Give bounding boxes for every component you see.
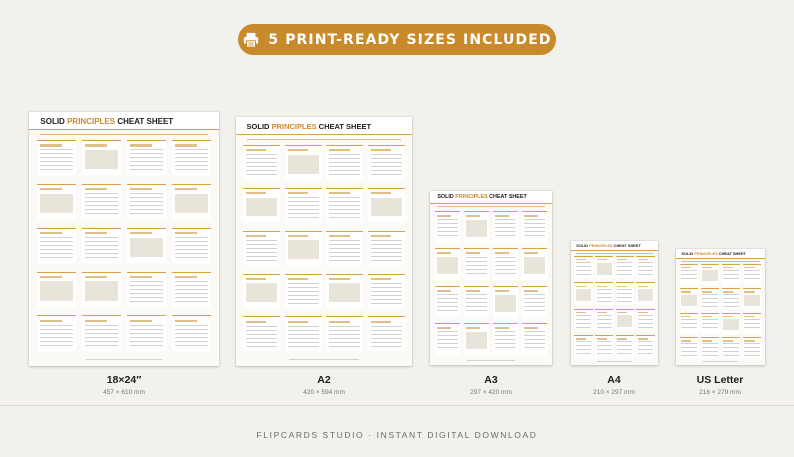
poster-title: SOLID PRINCIPLES CHEAT SHEET: [437, 194, 527, 200]
size-dims-a2: 420 × 594 mm: [303, 389, 345, 396]
footer-divider: [0, 405, 794, 406]
sizes-banner: 5 PRINT-READY SIZES INCLUDED: [238, 24, 556, 55]
size-dims-a4: 210 × 297 mm: [593, 389, 635, 396]
poster-title: SOLID PRINCIPLES CHEAT SHEET: [246, 122, 372, 131]
poster-title: SOLID PRINCIPLES CHEAT SHEET: [576, 243, 641, 248]
size-name-us-letter: US Letter: [696, 374, 744, 386]
poster-title: SOLID PRINCIPLES CHEAT SHEET: [40, 117, 174, 126]
footer-text: FLIPCARDS STUDIO · INSTANT DIGITAL DOWNL…: [256, 430, 538, 440]
printer-icon: [244, 32, 259, 48]
poster-a2: SOLID PRINCIPLES CHEAT SHEET: [236, 117, 412, 366]
size-name-a4: A4: [607, 374, 621, 386]
size-dims-18x24: 457 × 610 mm: [103, 389, 145, 396]
size-name-18x24: 18×24″: [106, 374, 142, 386]
poster-a3: SOLID PRINCIPLES CHEAT SHEET: [430, 191, 552, 365]
poster-us-letter: SOLID PRINCIPLES CHEAT SHEET: [676, 249, 765, 365]
poster-a4: SOLID PRINCIPLES CHEAT SHEET: [571, 241, 658, 365]
poster-18x24: SOLID PRINCIPLES CHEAT SHEET: [29, 112, 219, 366]
size-dims-a3: 297 × 420 mm: [470, 389, 512, 396]
poster-title: SOLID PRINCIPLES CHEAT SHEET: [681, 251, 746, 256]
banner-text: 5 PRINT-READY SIZES INCLUDED: [268, 31, 552, 48]
size-dims-us-letter: 216 × 279 mm: [699, 389, 741, 396]
size-name-a2: A2: [317, 374, 331, 386]
size-name-a3: A3: [484, 374, 498, 386]
